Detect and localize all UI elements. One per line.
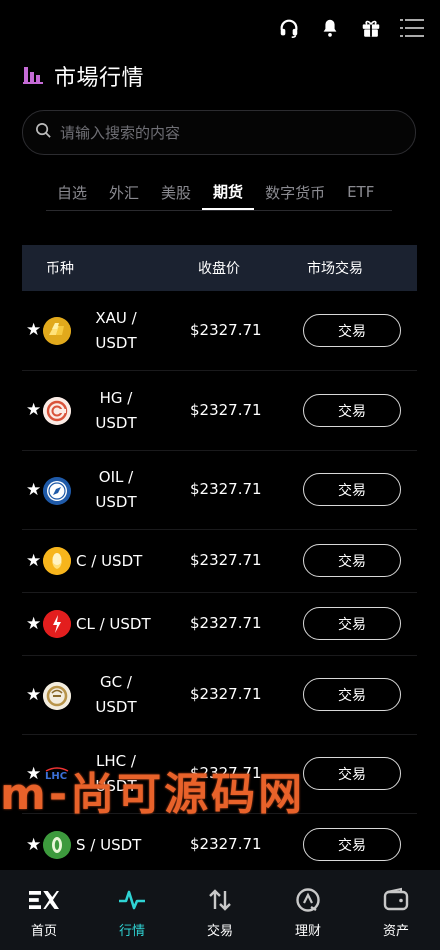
at-sign-icon (293, 886, 323, 914)
star-icon[interactable]: ★ (26, 766, 41, 783)
trade-button[interactable]: 交易 (303, 607, 401, 640)
table-row[interactable]: ★ CL / USDT $2327.71 交易 (22, 593, 417, 656)
nav-assets[interactable]: 资产 (352, 870, 440, 950)
gift-icon[interactable] (359, 16, 383, 40)
table-row[interactable]: ★ HG / USDT $2327.71 交易 (22, 371, 417, 451)
trade-button[interactable]: 交易 (303, 473, 401, 506)
table-row[interactable]: ★ OIL / USDT $2327.71 交易 (22, 451, 417, 530)
search-input[interactable] (60, 123, 390, 142)
nav-home[interactable]: 首页 (0, 870, 88, 950)
table-row[interactable]: ★ LHC LHC / USDT $2327.71 交易 (22, 735, 417, 814)
star-icon[interactable]: ★ (26, 616, 41, 633)
wallet-icon (381, 886, 411, 914)
symbol-label: S / USDT (76, 836, 142, 854)
market-tabs: 自选 外汇 美股 期货 数字货币 ETF (46, 174, 392, 211)
table-row[interactable]: ★ C / USDT $2327.71 交易 (22, 530, 417, 593)
star-icon[interactable]: ★ (26, 402, 41, 419)
gold-bars-icon (43, 317, 71, 345)
price-value: $2327.71 (190, 551, 262, 569)
nav-market[interactable]: 行情 (88, 870, 176, 950)
bar-chart-icon (22, 63, 44, 89)
nav-trade-label: 交易 (206, 924, 233, 939)
copper-icon (43, 397, 71, 425)
tab-etf[interactable]: ETF (336, 174, 385, 210)
nav-market-label: 行情 (118, 924, 145, 939)
trade-button[interactable]: 交易 (303, 828, 401, 861)
price-value: $2327.71 (190, 480, 262, 498)
star-icon[interactable]: ★ (26, 687, 41, 704)
search-bar[interactable] (22, 110, 416, 155)
top-toolbar (277, 14, 424, 42)
page-title: 市場行情 (54, 66, 145, 91)
nav-finance[interactable]: 理财 (264, 870, 352, 950)
trade-button[interactable]: 交易 (303, 314, 401, 347)
tab-us-stocks[interactable]: 美股 (150, 174, 202, 210)
table-header: 币种 收盘价 市场交易 (22, 245, 417, 291)
symbol-label: XAU / USDT (95, 309, 137, 352)
price-value: $2327.71 (190, 614, 262, 632)
symbol-label: CL / USDT (76, 615, 151, 633)
price-value: $2327.71 (190, 401, 262, 419)
star-icon[interactable]: ★ (26, 837, 41, 854)
symbol-label: LHC / USDT (95, 752, 137, 795)
page-header: 市場行情 (22, 60, 144, 92)
symbol-label: GC / USDT (95, 673, 137, 716)
column-header-close-price: 收盘价 (198, 261, 240, 277)
star-icon[interactable]: ★ (26, 553, 41, 570)
nav-finance-label: 理财 (294, 924, 321, 939)
trade-button[interactable]: 交易 (303, 394, 401, 427)
column-header-market-trade: 市场交易 (307, 261, 363, 277)
soybean-icon (43, 831, 71, 859)
nav-home-label: 首页 (30, 924, 57, 939)
nav-assets-label: 资产 (382, 924, 409, 939)
menu-icon[interactable] (400, 16, 424, 40)
tab-crypto[interactable]: 数字货币 (254, 174, 336, 210)
gold-coin-icon (43, 682, 71, 710)
symbol-label: HG / USDT (95, 389, 137, 432)
oil-compass-icon (43, 477, 71, 505)
bottom-navigation: 首页 行情 交易 理财 资产 (0, 870, 440, 950)
trade-button[interactable]: 交易 (303, 678, 401, 711)
price-value: $2327.71 (190, 764, 262, 782)
table-row[interactable]: ★ S / USDT $2327.71 交易 (22, 814, 417, 877)
crude-oil-flame-icon (43, 610, 71, 638)
swap-arrows-icon (205, 886, 235, 914)
search-icon (35, 122, 52, 143)
price-value: $2327.71 (190, 835, 262, 853)
symbol-label: C / USDT (76, 552, 143, 570)
table-row[interactable]: ★ XAU / USDT $2327.71 交易 (22, 291, 417, 371)
lhc-logo-icon: LHC (43, 761, 71, 789)
tab-futures[interactable]: 期货 (202, 174, 255, 210)
tab-favorites[interactable]: 自选 (46, 174, 98, 210)
trade-button[interactable]: 交易 (303, 757, 401, 790)
corn-icon (43, 547, 71, 575)
symbol-label: OIL / USDT (95, 468, 137, 511)
star-icon[interactable]: ★ (26, 482, 41, 499)
tab-forex[interactable]: 外汇 (98, 174, 150, 210)
svg-text:LHC: LHC (45, 771, 67, 782)
price-value: $2327.71 (190, 321, 262, 339)
price-value: $2327.71 (190, 685, 262, 703)
trade-button[interactable]: 交易 (303, 544, 401, 577)
table-row[interactable]: ★ GC / USDT $2327.71 交易 (22, 656, 417, 735)
bell-icon[interactable] (318, 16, 342, 40)
headset-icon[interactable] (277, 16, 301, 40)
star-icon[interactable]: ★ (26, 322, 41, 339)
pulse-icon (117, 886, 147, 914)
ex-logo-icon (29, 886, 59, 914)
nav-trade[interactable]: 交易 (176, 870, 264, 950)
market-list: ★ XAU / USDT $2327.71 交易 ★ HG / USDT $2327… (22, 291, 417, 877)
column-header-currency: 币种 (46, 261, 74, 277)
